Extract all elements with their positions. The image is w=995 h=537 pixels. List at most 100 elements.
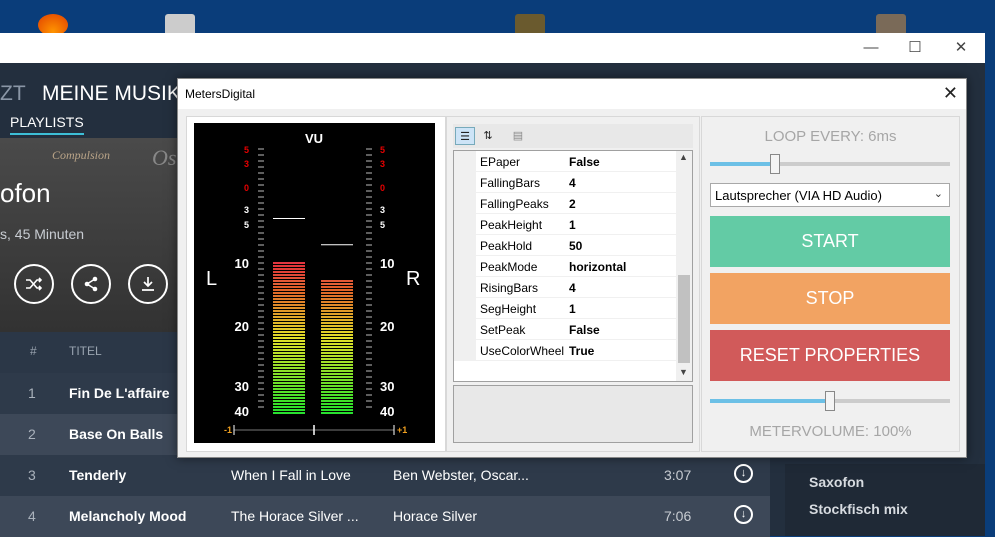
right-bar-segment (321, 388, 353, 390)
property-value[interactable]: 4 (569, 281, 576, 295)
property-margin (454, 298, 476, 319)
scale-label-left: 0 (244, 183, 249, 193)
tab-playlists[interactable]: PLAYLISTS (10, 114, 84, 135)
nav-previous-label[interactable]: ZT (0, 82, 26, 106)
share-icon (84, 276, 98, 292)
audio-device-select[interactable]: Lautsprecher (VIA HD Audio) ⌄ (710, 183, 950, 207)
track-artist[interactable]: Horace Silver (393, 508, 477, 524)
scrollbar-thumb[interactable] (678, 275, 690, 363)
scroll-down-icon[interactable]: ▼ (679, 367, 688, 377)
left-bar-segment (273, 304, 305, 306)
reset-properties-button[interactable]: RESET PROPERTIES (710, 330, 950, 381)
right-bar-segment (321, 409, 353, 411)
vu-title: VU (305, 131, 323, 146)
left-bar-segment (273, 322, 305, 324)
property-row[interactable]: PeakHeight 1 (454, 214, 677, 235)
track-title[interactable]: Base On Balls (69, 426, 163, 442)
vu-meter-graphic: VUL R5 53 30 03 35 510 1020 2030 3040 40-1 +1 (206, 131, 420, 435)
slider-thumb[interactable] (769, 154, 780, 174)
share-button[interactable] (71, 264, 111, 304)
track-number: 4 (28, 508, 36, 524)
start-button[interactable]: START (710, 216, 950, 267)
property-row[interactable]: SegHeight 1 (454, 298, 677, 319)
property-grid[interactable]: EPaper False FallingBars 4 FallingPeaks 2 Peak… (453, 150, 693, 382)
right-bar-segment (321, 310, 353, 312)
dialog-close-icon[interactable]: ✕ (943, 83, 958, 104)
left-bar-segment (273, 412, 305, 414)
right-bar-segment (321, 394, 353, 396)
property-value[interactable]: 1 (569, 302, 576, 316)
scale-label-right: 30 (380, 379, 394, 394)
scale-label-left: 20 (235, 319, 249, 334)
table-row[interactable]: 4 Melancholy Mood The Horace Silver ... … (0, 496, 770, 537)
track-download-icon[interactable]: ↓ (734, 505, 753, 524)
property-row[interactable]: PeakHold 50 (454, 235, 677, 256)
left-bar-segment (273, 268, 305, 270)
right-bar-segment (321, 355, 353, 357)
track-title[interactable]: Fin De L'affaire (69, 385, 170, 401)
left-bar-segment (273, 292, 305, 294)
property-value[interactable]: horizontal (569, 260, 626, 274)
dialog-title: MetersDigital (185, 87, 256, 101)
close-icon[interactable]: ✕ (952, 39, 970, 57)
shuffle-button[interactable] (14, 264, 54, 304)
property-row[interactable]: RisingBars 4 (454, 277, 677, 298)
track-download-icon[interactable]: ↓ (734, 464, 753, 483)
property-margin (454, 277, 476, 298)
download-button[interactable] (128, 264, 168, 304)
track-title[interactable]: Tenderly (69, 467, 126, 483)
right-bar-segment (321, 337, 353, 339)
left-bar-segment (273, 397, 305, 399)
left-bar-segment (273, 313, 305, 315)
property-margin (454, 319, 476, 340)
track-album[interactable]: The Horace Silver ... (231, 508, 359, 524)
stop-button[interactable]: STOP (710, 273, 950, 324)
track-title[interactable]: Melancholy Mood (69, 508, 186, 524)
minimize-icon[interactable]: — (862, 39, 880, 57)
property-grid-scrollbar[interactable]: ▲ ▼ (676, 151, 692, 381)
left-bar-segment (273, 337, 305, 339)
maximize-icon[interactable]: ☐ (906, 39, 924, 57)
slider-thumb[interactable] (825, 391, 835, 411)
left-bar-segment (273, 355, 305, 357)
right-playlist-panel: Saxofon Stockfisch mix (785, 464, 985, 536)
scroll-up-icon[interactable]: ▲ (679, 152, 688, 162)
left-bar-segment (273, 373, 305, 375)
track-artist[interactable]: Ben Webster, Oscar... (393, 467, 529, 483)
property-name: SegHeight (480, 302, 537, 316)
sort-alphabetical-icon[interactable]: ⇅ (478, 127, 498, 145)
table-row[interactable]: 3 Tenderly When I Fall in Love Ben Webst… (0, 455, 770, 496)
left-bar-segment (273, 409, 305, 411)
left-bar-segment (273, 298, 305, 300)
property-row[interactable]: FallingBars 4 (454, 172, 677, 193)
property-name: UseColorWheel (480, 344, 565, 358)
right-bar-segment (321, 358, 353, 360)
property-row[interactable]: PeakMode horizontal (454, 256, 677, 277)
meter-volume-slider[interactable] (710, 391, 950, 411)
left-bar-segment (273, 382, 305, 384)
categorized-icon[interactable]: ☰ (455, 127, 475, 145)
playlist-link-stockfisch[interactable]: Stockfisch mix (809, 501, 908, 517)
loop-interval-slider[interactable] (710, 154, 950, 174)
left-bar-segment (273, 286, 305, 288)
left-bar-segment (273, 358, 305, 360)
property-row[interactable]: SetPeak False (454, 319, 677, 340)
property-row[interactable]: EPaper False (454, 151, 677, 172)
property-value[interactable]: False (569, 323, 600, 337)
property-pages-icon[interactable]: ▤ (508, 127, 528, 145)
track-album[interactable]: When I Fall in Love (231, 467, 351, 483)
playlist-link-saxofon[interactable]: Saxofon (809, 474, 864, 490)
property-value[interactable]: False (569, 155, 600, 169)
property-row[interactable]: UseColorWheel True (454, 340, 677, 361)
property-value[interactable]: True (569, 344, 594, 358)
slider-fill (710, 162, 775, 166)
property-value[interactable]: 4 (569, 176, 576, 190)
property-value[interactable]: 2 (569, 197, 576, 211)
property-value[interactable]: 50 (569, 239, 582, 253)
property-value[interactable]: 1 (569, 218, 576, 232)
property-row[interactable]: FallingPeaks 2 (454, 193, 677, 214)
column-title[interactable]: TITEL (69, 344, 102, 358)
left-channel-label: L (206, 268, 217, 290)
scale-label-left: 30 (235, 379, 249, 394)
property-name: SetPeak (480, 323, 526, 337)
